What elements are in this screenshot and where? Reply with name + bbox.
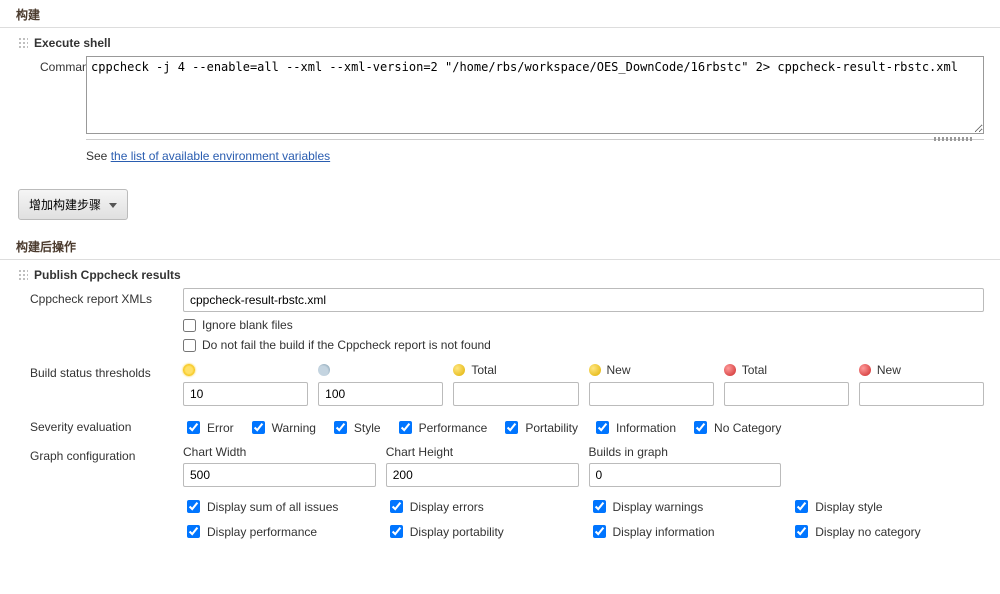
display-portability-checkbox[interactable] bbox=[390, 525, 403, 538]
threshold-sunny-input[interactable] bbox=[183, 382, 308, 406]
threshold-total-yellow-input[interactable] bbox=[453, 382, 578, 406]
cloudy-icon bbox=[318, 364, 330, 376]
env-vars-help: See the list of available environment va… bbox=[86, 149, 984, 163]
publish-cppcheck-header[interactable]: Publish Cppcheck results bbox=[18, 268, 1000, 282]
sunny-icon bbox=[183, 364, 195, 376]
threshold-total-yellow-label: Total bbox=[471, 363, 496, 377]
threshold-new-yellow-label: New bbox=[607, 363, 631, 377]
display-portability-label: Display portability bbox=[410, 525, 504, 539]
display-warnings-label: Display warnings bbox=[613, 500, 704, 514]
severity-label: Severity evaluation bbox=[18, 416, 183, 434]
yellow-ball-icon bbox=[589, 364, 601, 376]
sev-style-checkbox[interactable] bbox=[334, 421, 347, 434]
drag-handle-icon[interactable] bbox=[18, 37, 28, 49]
command-textarea[interactable] bbox=[86, 56, 984, 134]
display-errors-checkbox[interactable] bbox=[390, 500, 403, 513]
threshold-total-red-label: Total bbox=[742, 363, 767, 377]
do-not-fail-label: Do not fail the build if the Cppcheck re… bbox=[202, 338, 491, 352]
threshold-total-red-input[interactable] bbox=[724, 382, 849, 406]
sev-nocat-label: No Category bbox=[714, 421, 781, 435]
execute-shell-block: Execute shell Command See the list of av… bbox=[0, 28, 1000, 163]
sev-information-checkbox[interactable] bbox=[596, 421, 609, 434]
sev-warning-label: Warning bbox=[272, 421, 316, 435]
execute-shell-title: Execute shell bbox=[34, 36, 111, 50]
command-label: Command bbox=[18, 56, 86, 74]
display-sum-checkbox[interactable] bbox=[187, 500, 200, 513]
sev-style-label: Style bbox=[354, 421, 381, 435]
display-information-checkbox[interactable] bbox=[593, 525, 606, 538]
xmls-label: Cppcheck report XMLs bbox=[18, 288, 183, 306]
sev-portability-label: Portability bbox=[525, 421, 578, 435]
yellow-ball-icon bbox=[453, 364, 465, 376]
xmls-input[interactable] bbox=[183, 288, 984, 312]
sev-performance-checkbox[interactable] bbox=[399, 421, 412, 434]
display-nocat-label: Display no category bbox=[815, 525, 920, 539]
publish-cppcheck-title: Publish Cppcheck results bbox=[34, 268, 181, 282]
chart-width-label: Chart Width bbox=[183, 445, 376, 459]
display-performance-label: Display performance bbox=[207, 525, 317, 539]
chart-height-input[interactable] bbox=[386, 463, 579, 487]
red-ball-icon bbox=[859, 364, 871, 376]
threshold-cloudy-input[interactable] bbox=[318, 382, 443, 406]
thresholds-label: Build status thresholds bbox=[18, 362, 183, 380]
display-errors-label: Display errors bbox=[410, 500, 484, 514]
drag-handle-icon[interactable] bbox=[18, 269, 28, 281]
red-ball-icon bbox=[724, 364, 736, 376]
sev-error-checkbox[interactable] bbox=[187, 421, 200, 434]
display-nocat-checkbox[interactable] bbox=[795, 525, 808, 538]
builds-in-graph-input[interactable] bbox=[589, 463, 782, 487]
display-style-label: Display style bbox=[815, 500, 882, 514]
builds-in-graph-label: Builds in graph bbox=[589, 445, 782, 459]
sev-error-label: Error bbox=[207, 421, 234, 435]
chart-width-input[interactable] bbox=[183, 463, 376, 487]
resize-handle-icon[interactable] bbox=[86, 139, 984, 145]
execute-shell-header[interactable]: Execute shell bbox=[18, 36, 1000, 50]
threshold-new-red-input[interactable] bbox=[859, 382, 984, 406]
add-build-step-button[interactable]: 增加构建步骤 bbox=[18, 189, 128, 220]
threshold-new-red-label: New bbox=[877, 363, 901, 377]
post-build-section-title: 构建后操作 bbox=[0, 232, 1000, 260]
sev-nocat-checkbox[interactable] bbox=[694, 421, 707, 434]
display-information-label: Display information bbox=[613, 525, 715, 539]
chevron-down-icon bbox=[109, 203, 117, 208]
display-performance-checkbox[interactable] bbox=[187, 525, 200, 538]
display-warnings-checkbox[interactable] bbox=[593, 500, 606, 513]
display-sum-label: Display sum of all issues bbox=[207, 500, 338, 514]
sev-warning-checkbox[interactable] bbox=[252, 421, 265, 434]
sev-portability-checkbox[interactable] bbox=[505, 421, 518, 434]
publish-cppcheck-block: Publish Cppcheck results Cppcheck report… bbox=[0, 260, 1000, 541]
build-section-title: 构建 bbox=[0, 0, 1000, 28]
threshold-new-yellow-input[interactable] bbox=[589, 382, 714, 406]
ignore-blank-label: Ignore blank files bbox=[202, 318, 293, 332]
ignore-blank-checkbox[interactable] bbox=[183, 319, 196, 332]
graph-config-label: Graph configuration bbox=[18, 445, 183, 463]
sev-performance-label: Performance bbox=[419, 421, 488, 435]
do-not-fail-checkbox[interactable] bbox=[183, 339, 196, 352]
sev-information-label: Information bbox=[616, 421, 676, 435]
chart-height-label: Chart Height bbox=[386, 445, 579, 459]
display-style-checkbox[interactable] bbox=[795, 500, 808, 513]
env-vars-link[interactable]: the list of available environment variab… bbox=[111, 149, 330, 163]
